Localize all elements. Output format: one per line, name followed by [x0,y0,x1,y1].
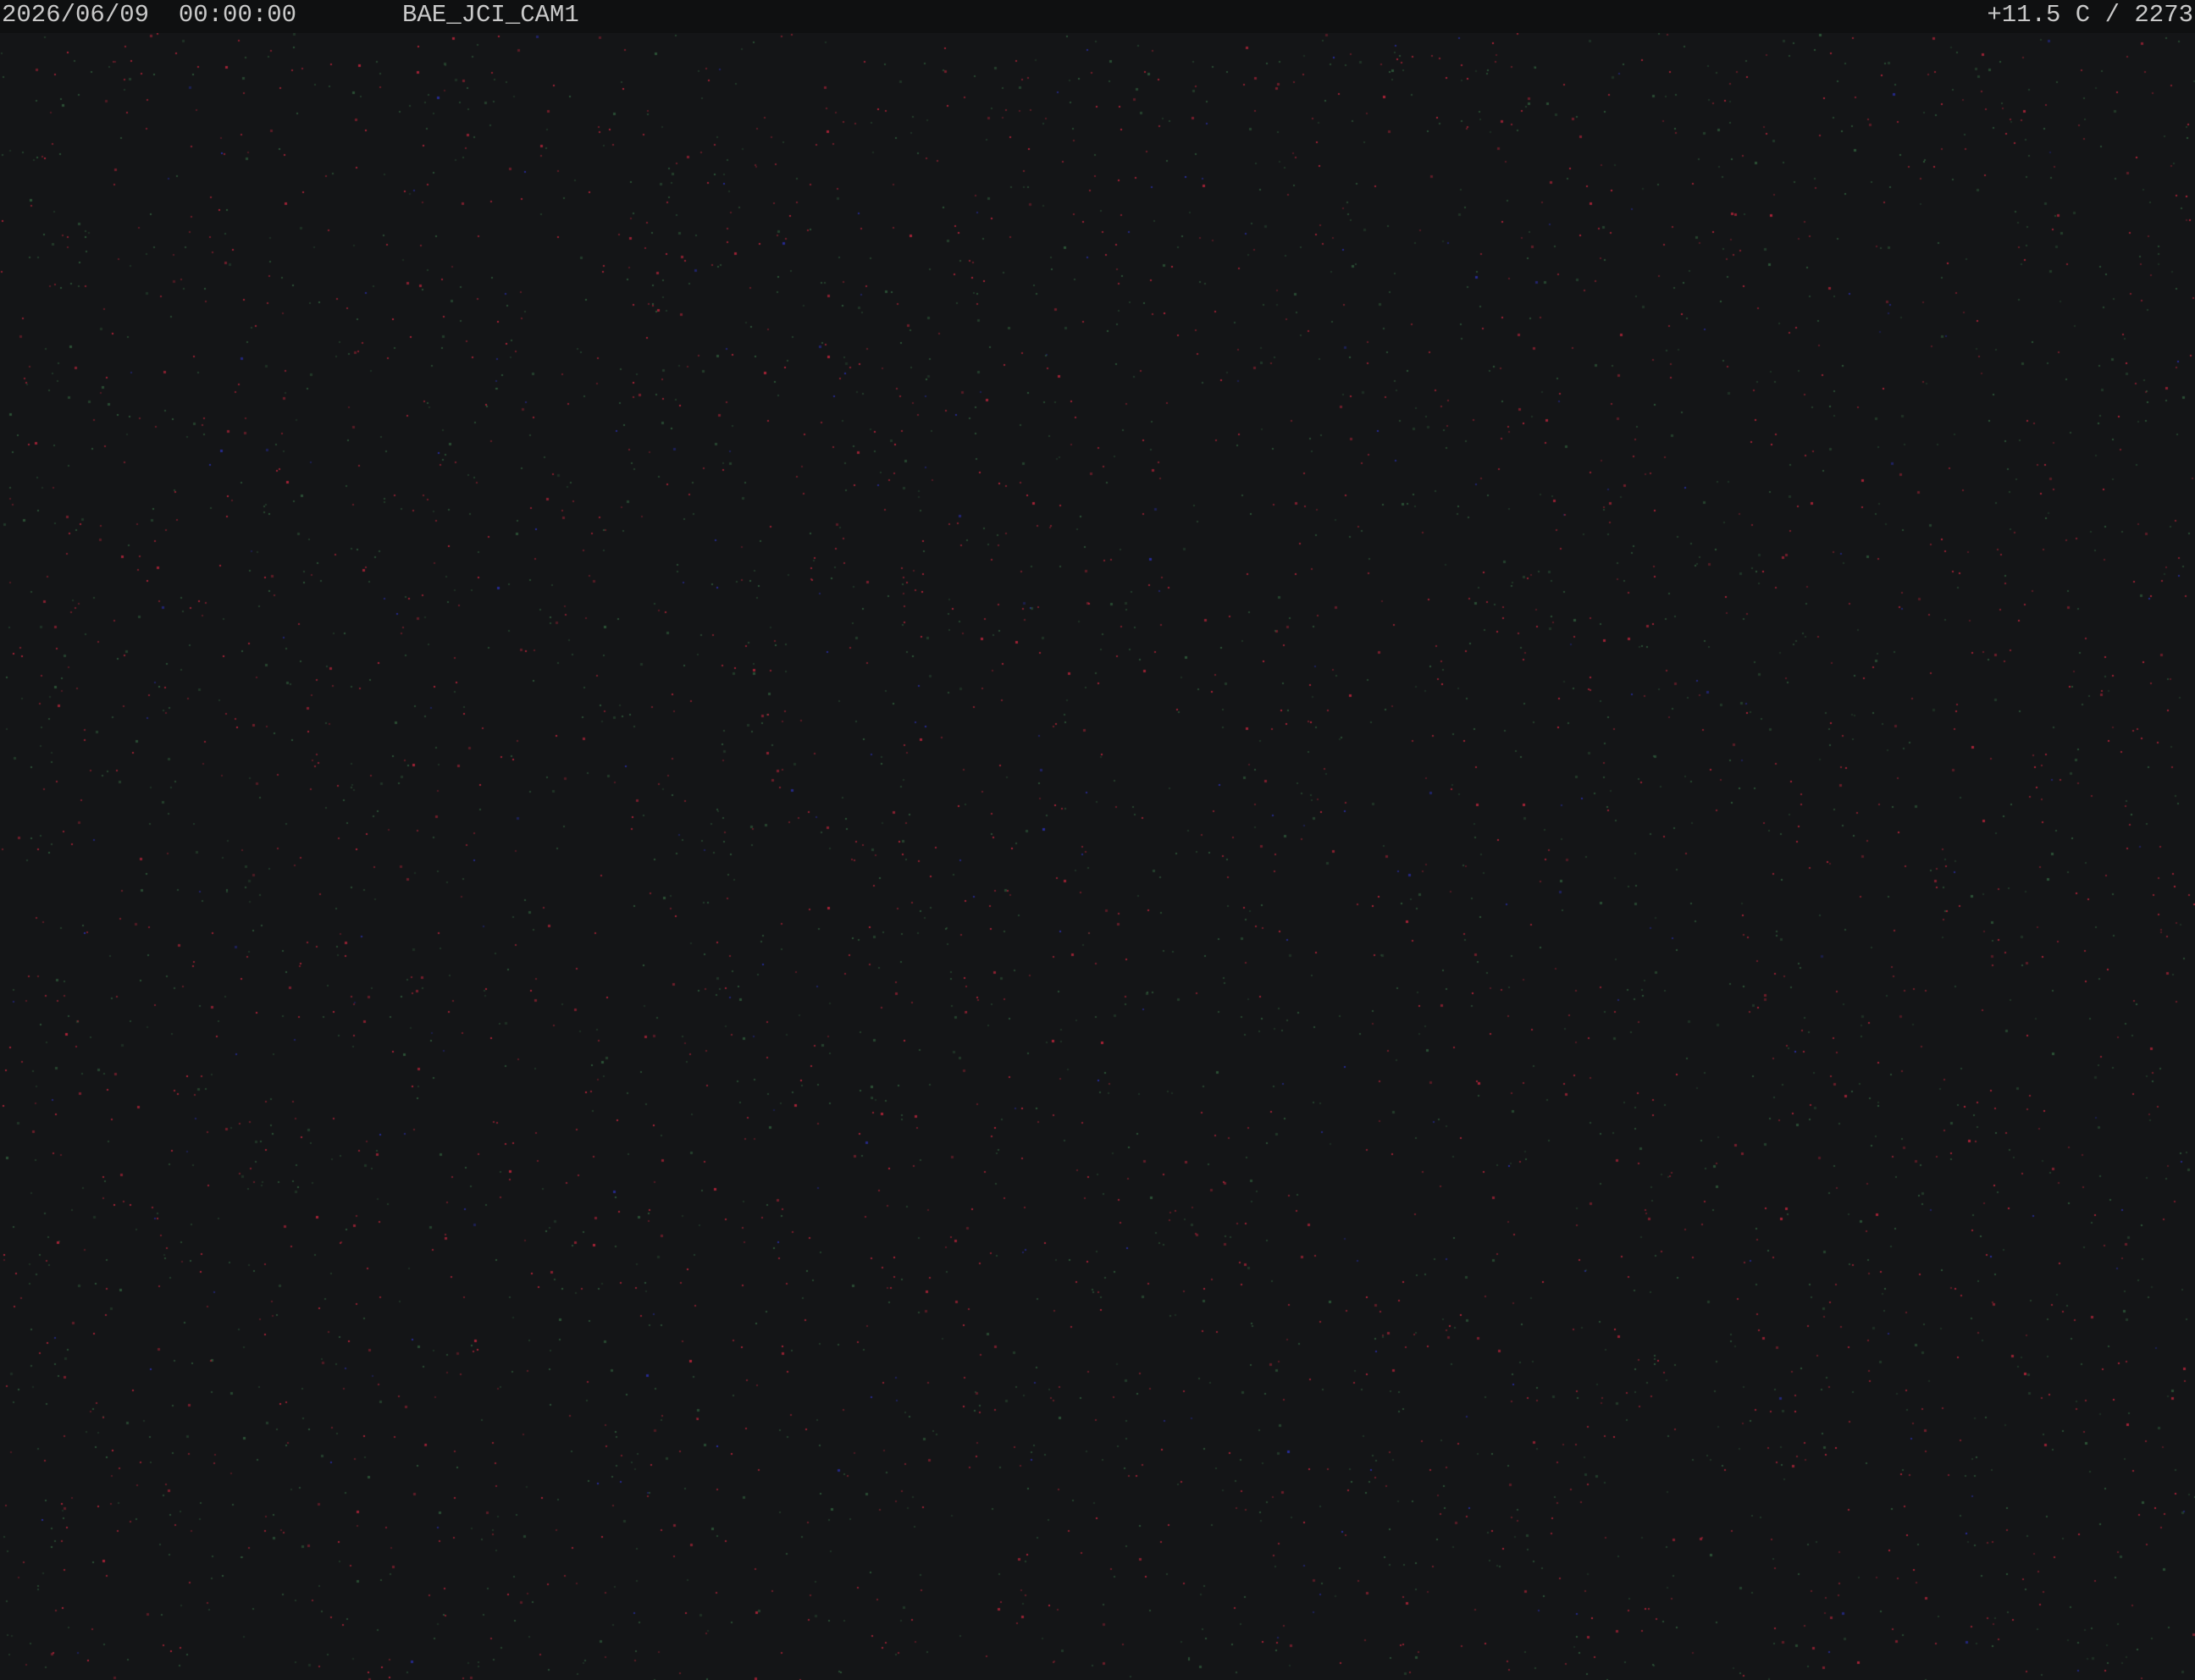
sensor-noise-image [0,33,2195,1680]
osd-temperature-reading: +11.5 C / 2273 [1987,1,2193,29]
osd-overlay-bar [0,0,2195,33]
camera-frame: 2026/06/09 00:00:00 BAE_JCI_CAM1 +11.5 C… [0,0,2195,1680]
osd-camera-id: BAE_JCI_CAM1 [402,1,579,29]
osd-datetime: 2026/06/09 00:00:00 [2,1,297,29]
